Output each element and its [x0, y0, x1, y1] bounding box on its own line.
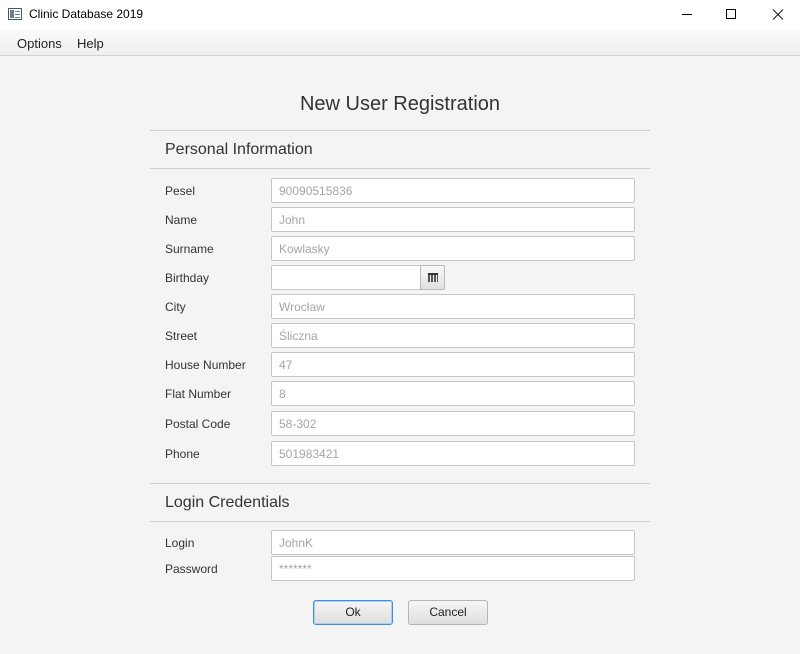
login-field[interactable] [271, 530, 635, 555]
name-field[interactable] [271, 207, 635, 232]
menu-help[interactable]: Help [77, 36, 104, 51]
login-credentials-title: Login Credentials [165, 494, 290, 511]
date-picker-button[interactable] [420, 265, 445, 290]
pesel-label: Pesel [165, 184, 196, 198]
name-label: Name [165, 213, 198, 227]
house-number-field[interactable] [271, 352, 635, 377]
postal-code-label: Postal Code [165, 417, 231, 431]
birthday-date-field[interactable] [271, 265, 421, 290]
app-window-icon [8, 8, 22, 20]
password-label: Password [165, 562, 218, 576]
flat-number-label: Flat Number [165, 387, 232, 401]
flat-number-field[interactable] [271, 381, 635, 406]
phone-field[interactable] [271, 441, 635, 466]
menu-bar: Options Help [0, 30, 800, 56]
city-field[interactable] [271, 294, 635, 319]
page-title: New User Registration [299, 93, 501, 115]
cancel-button[interactable]: Cancel [408, 600, 488, 625]
surname-field[interactable] [271, 236, 635, 261]
section-divider [150, 130, 650, 131]
password-field[interactable] [271, 556, 635, 581]
street-label: Street [165, 329, 198, 343]
street-field[interactable] [271, 323, 635, 348]
house-number-label: House Number [165, 358, 246, 372]
postal-code-field[interactable] [271, 411, 635, 436]
ok-button[interactable]: Ok [313, 600, 393, 625]
section-divider [150, 521, 650, 522]
personal-information-title: Personal Information [165, 141, 313, 158]
title-bar: Clinic Database 2019 [0, 0, 800, 30]
minimize-icon[interactable] [664, 0, 710, 30]
surname-label: Surname [165, 242, 214, 256]
window-title: Clinic Database 2019 [29, 7, 144, 21]
phone-label: Phone [165, 447, 200, 461]
city-label: City [165, 300, 186, 314]
birthday-label: Birthday [165, 271, 210, 285]
login-label: Login [165, 536, 195, 550]
close-icon[interactable] [754, 0, 800, 30]
pesel-field[interactable] [271, 178, 635, 203]
maximize-icon[interactable] [708, 0, 754, 30]
calendar-icon [428, 273, 438, 282]
section-divider [150, 483, 650, 484]
section-divider [150, 168, 650, 169]
menu-options[interactable]: Options [17, 36, 62, 51]
